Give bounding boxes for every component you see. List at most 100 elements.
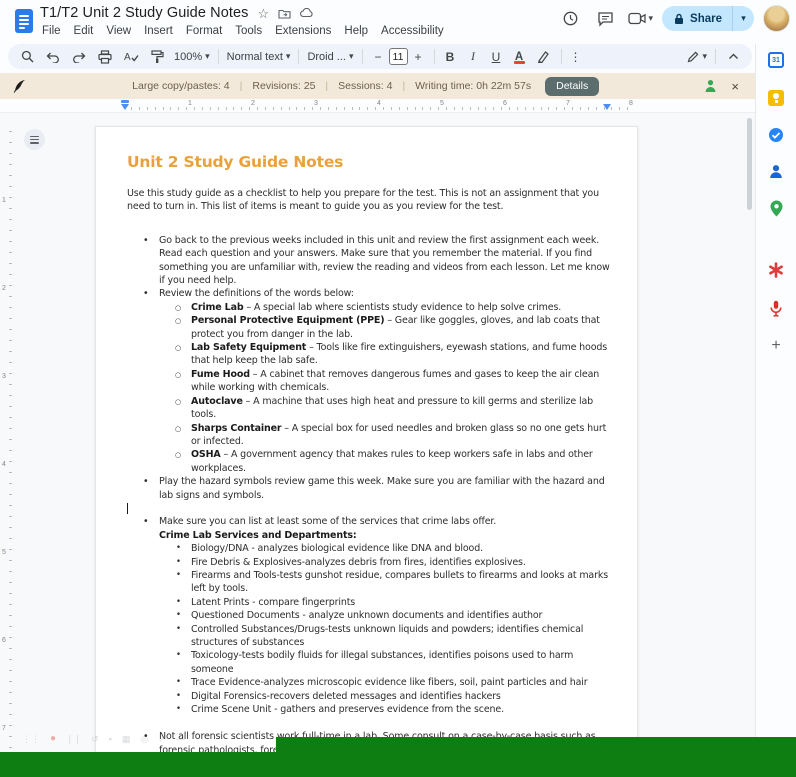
- scrollbar-thumb[interactable]: [747, 118, 752, 210]
- minimize-icon[interactable]: —: [176, 734, 185, 744]
- search-icon[interactable]: [18, 48, 36, 66]
- restart-icon[interactable]: ↺: [91, 734, 99, 744]
- document-page[interactable]: Unit 2 Study Guide Notes Use this study …: [95, 126, 638, 777]
- toolbar-separator: [715, 49, 716, 64]
- menu-accessibility[interactable]: Accessibility: [375, 23, 450, 39]
- menu-view[interactable]: View: [100, 23, 137, 39]
- keep-icon[interactable]: [768, 90, 784, 106]
- undo-icon[interactable]: [44, 48, 62, 66]
- doc-list-item: ○ Crime Lab – A special lab where scienti…: [127, 301, 610, 314]
- add-addons-icon[interactable]: +: [768, 337, 785, 354]
- doc-list-item: ○ Lab Safety Equipment – Tools like fire …: [127, 341, 610, 368]
- ruler-tick: [9, 626, 12, 627]
- ruler-tick: [257, 107, 258, 110]
- first-line-indent-marker[interactable]: [121, 100, 129, 103]
- bullet-glyph: •: [176, 690, 181, 701]
- ruler-tick: [9, 560, 12, 561]
- docs-logo[interactable]: [15, 9, 33, 33]
- share-button[interactable]: Share ▾: [662, 6, 754, 31]
- increase-font-size-button[interactable]: +: [411, 50, 426, 64]
- avatar[interactable]: [763, 5, 790, 32]
- decrease-font-size-button[interactable]: −: [371, 50, 386, 64]
- menu-insert[interactable]: Insert: [138, 23, 179, 39]
- mic-addon-icon[interactable]: [768, 300, 785, 317]
- bullet-glyph: •: [176, 704, 181, 715]
- ruler-tick: [9, 516, 12, 517]
- ruler-tick: [320, 107, 321, 110]
- doc-text: Sharps Container – A special box for use…: [191, 422, 607, 447]
- redo-icon[interactable]: [70, 48, 88, 66]
- record-icon[interactable]: ●: [50, 734, 56, 744]
- move-folder-icon[interactable]: [278, 8, 291, 19]
- zoom-select[interactable]: 100% ▾: [174, 51, 210, 63]
- stop-icon[interactable]: ▪: [109, 734, 112, 744]
- ruler-tick: [9, 483, 12, 484]
- grid-icon[interactable]: ▦: [122, 734, 131, 744]
- menu-edit[interactable]: Edit: [68, 23, 100, 39]
- close-icon[interactable]: ×: [731, 80, 739, 93]
- contacts-icon[interactable]: [768, 163, 785, 180]
- ruler-tick: [9, 659, 12, 660]
- editing-mode-button[interactable]: ▾: [687, 51, 707, 63]
- green-overlay-bar: [0, 752, 796, 777]
- doc-text: Personal Protective Equipment (PPE) – Ge…: [191, 315, 600, 340]
- video-call-button[interactable]: ▾: [627, 12, 654, 25]
- ruler-tick: [9, 648, 12, 649]
- font-select[interactable]: Droid ... ▾: [307, 51, 353, 63]
- banner-stat: Large copy/pastes: 4: [132, 80, 230, 92]
- comments-icon[interactable]: [593, 6, 619, 32]
- ruler-tick: [461, 107, 463, 110]
- scrollbar[interactable]: [747, 115, 752, 775]
- bold-button[interactable]: B: [443, 50, 458, 64]
- pause-icon[interactable]: ❘❘: [66, 734, 81, 744]
- doc-list-item: ○ Autoclave – A machine that uses high he…: [127, 395, 610, 422]
- paint-format-icon[interactable]: [148, 48, 166, 66]
- details-button[interactable]: Details: [545, 76, 600, 96]
- print-icon[interactable]: [96, 48, 114, 66]
- calendar-icon[interactable]: 31: [768, 52, 784, 68]
- doc-list-item: • Controlled Substances/Drugs-tests unkno…: [127, 623, 610, 650]
- maps-icon[interactable]: [768, 200, 785, 217]
- asterisk-addon-icon[interactable]: [768, 261, 785, 278]
- paragraph-style-select[interactable]: Normal text ▾: [227, 51, 291, 63]
- menu-format[interactable]: Format: [180, 23, 228, 39]
- spellcheck-icon[interactable]: A: [122, 48, 140, 66]
- menu-tools[interactable]: Tools: [229, 23, 268, 39]
- menu-help[interactable]: Help: [338, 23, 374, 39]
- highlight-color-button[interactable]: [535, 48, 553, 66]
- version-history-icon[interactable]: [558, 6, 584, 32]
- menu-extensions[interactable]: Extensions: [269, 23, 337, 39]
- target-icon[interactable]: ◎: [140, 734, 148, 744]
- ruler-tick: [477, 107, 479, 110]
- collapse-toolbar-icon[interactable]: [724, 48, 742, 66]
- tasks-icon[interactable]: [768, 126, 785, 143]
- star-icon[interactable]: ☆: [258, 7, 270, 20]
- font-size-value[interactable]: 11: [388, 48, 408, 65]
- ruler-tick: [9, 582, 12, 583]
- menu-file[interactable]: File: [36, 23, 67, 39]
- toolbar: A 100% ▾ Normal text ▾ Droid ... ▾ − 11 + B…: [8, 44, 752, 69]
- cloud-saved-icon[interactable]: [300, 8, 314, 18]
- doc-text: Autoclave – A machine that uses high hea…: [191, 395, 594, 421]
- drag-handle-icon[interactable]: ⋮⋮: [22, 734, 40, 744]
- ruler-tick: [9, 725, 12, 726]
- show-outline-button[interactable]: [24, 129, 45, 150]
- chevron-down-icon[interactable]: ▾: [649, 13, 654, 24]
- arrow-icon[interactable]: ↗: [158, 734, 166, 744]
- share-dropdown[interactable]: ▾: [732, 6, 754, 31]
- doc-list-item: • Trace Evidence-analyzes microscopic evi…: [127, 676, 610, 689]
- underline-button[interactable]: U: [489, 50, 504, 64]
- ruler-tick: [579, 107, 581, 110]
- bullet-glyph: •: [176, 543, 181, 554]
- ruler-tick: [9, 527, 12, 528]
- more-options-icon[interactable]: ⋮: [570, 50, 582, 64]
- chevron-down-icon: ▾: [205, 51, 210, 61]
- text-color-button[interactable]: A: [512, 51, 527, 64]
- italic-button[interactable]: I: [466, 49, 481, 64]
- left-indent-marker[interactable]: [121, 104, 129, 110]
- document-title[interactable]: T1/T2 Unit 2 Study Guide Notes: [40, 5, 249, 21]
- doc-text: Fire Debris & Explosives-analyzes debris…: [191, 556, 526, 568]
- doc-list-item: ○ OSHA – A government agency that makes r…: [127, 448, 610, 475]
- ruler-tick: [9, 670, 12, 671]
- ruler-tick: [587, 107, 589, 110]
